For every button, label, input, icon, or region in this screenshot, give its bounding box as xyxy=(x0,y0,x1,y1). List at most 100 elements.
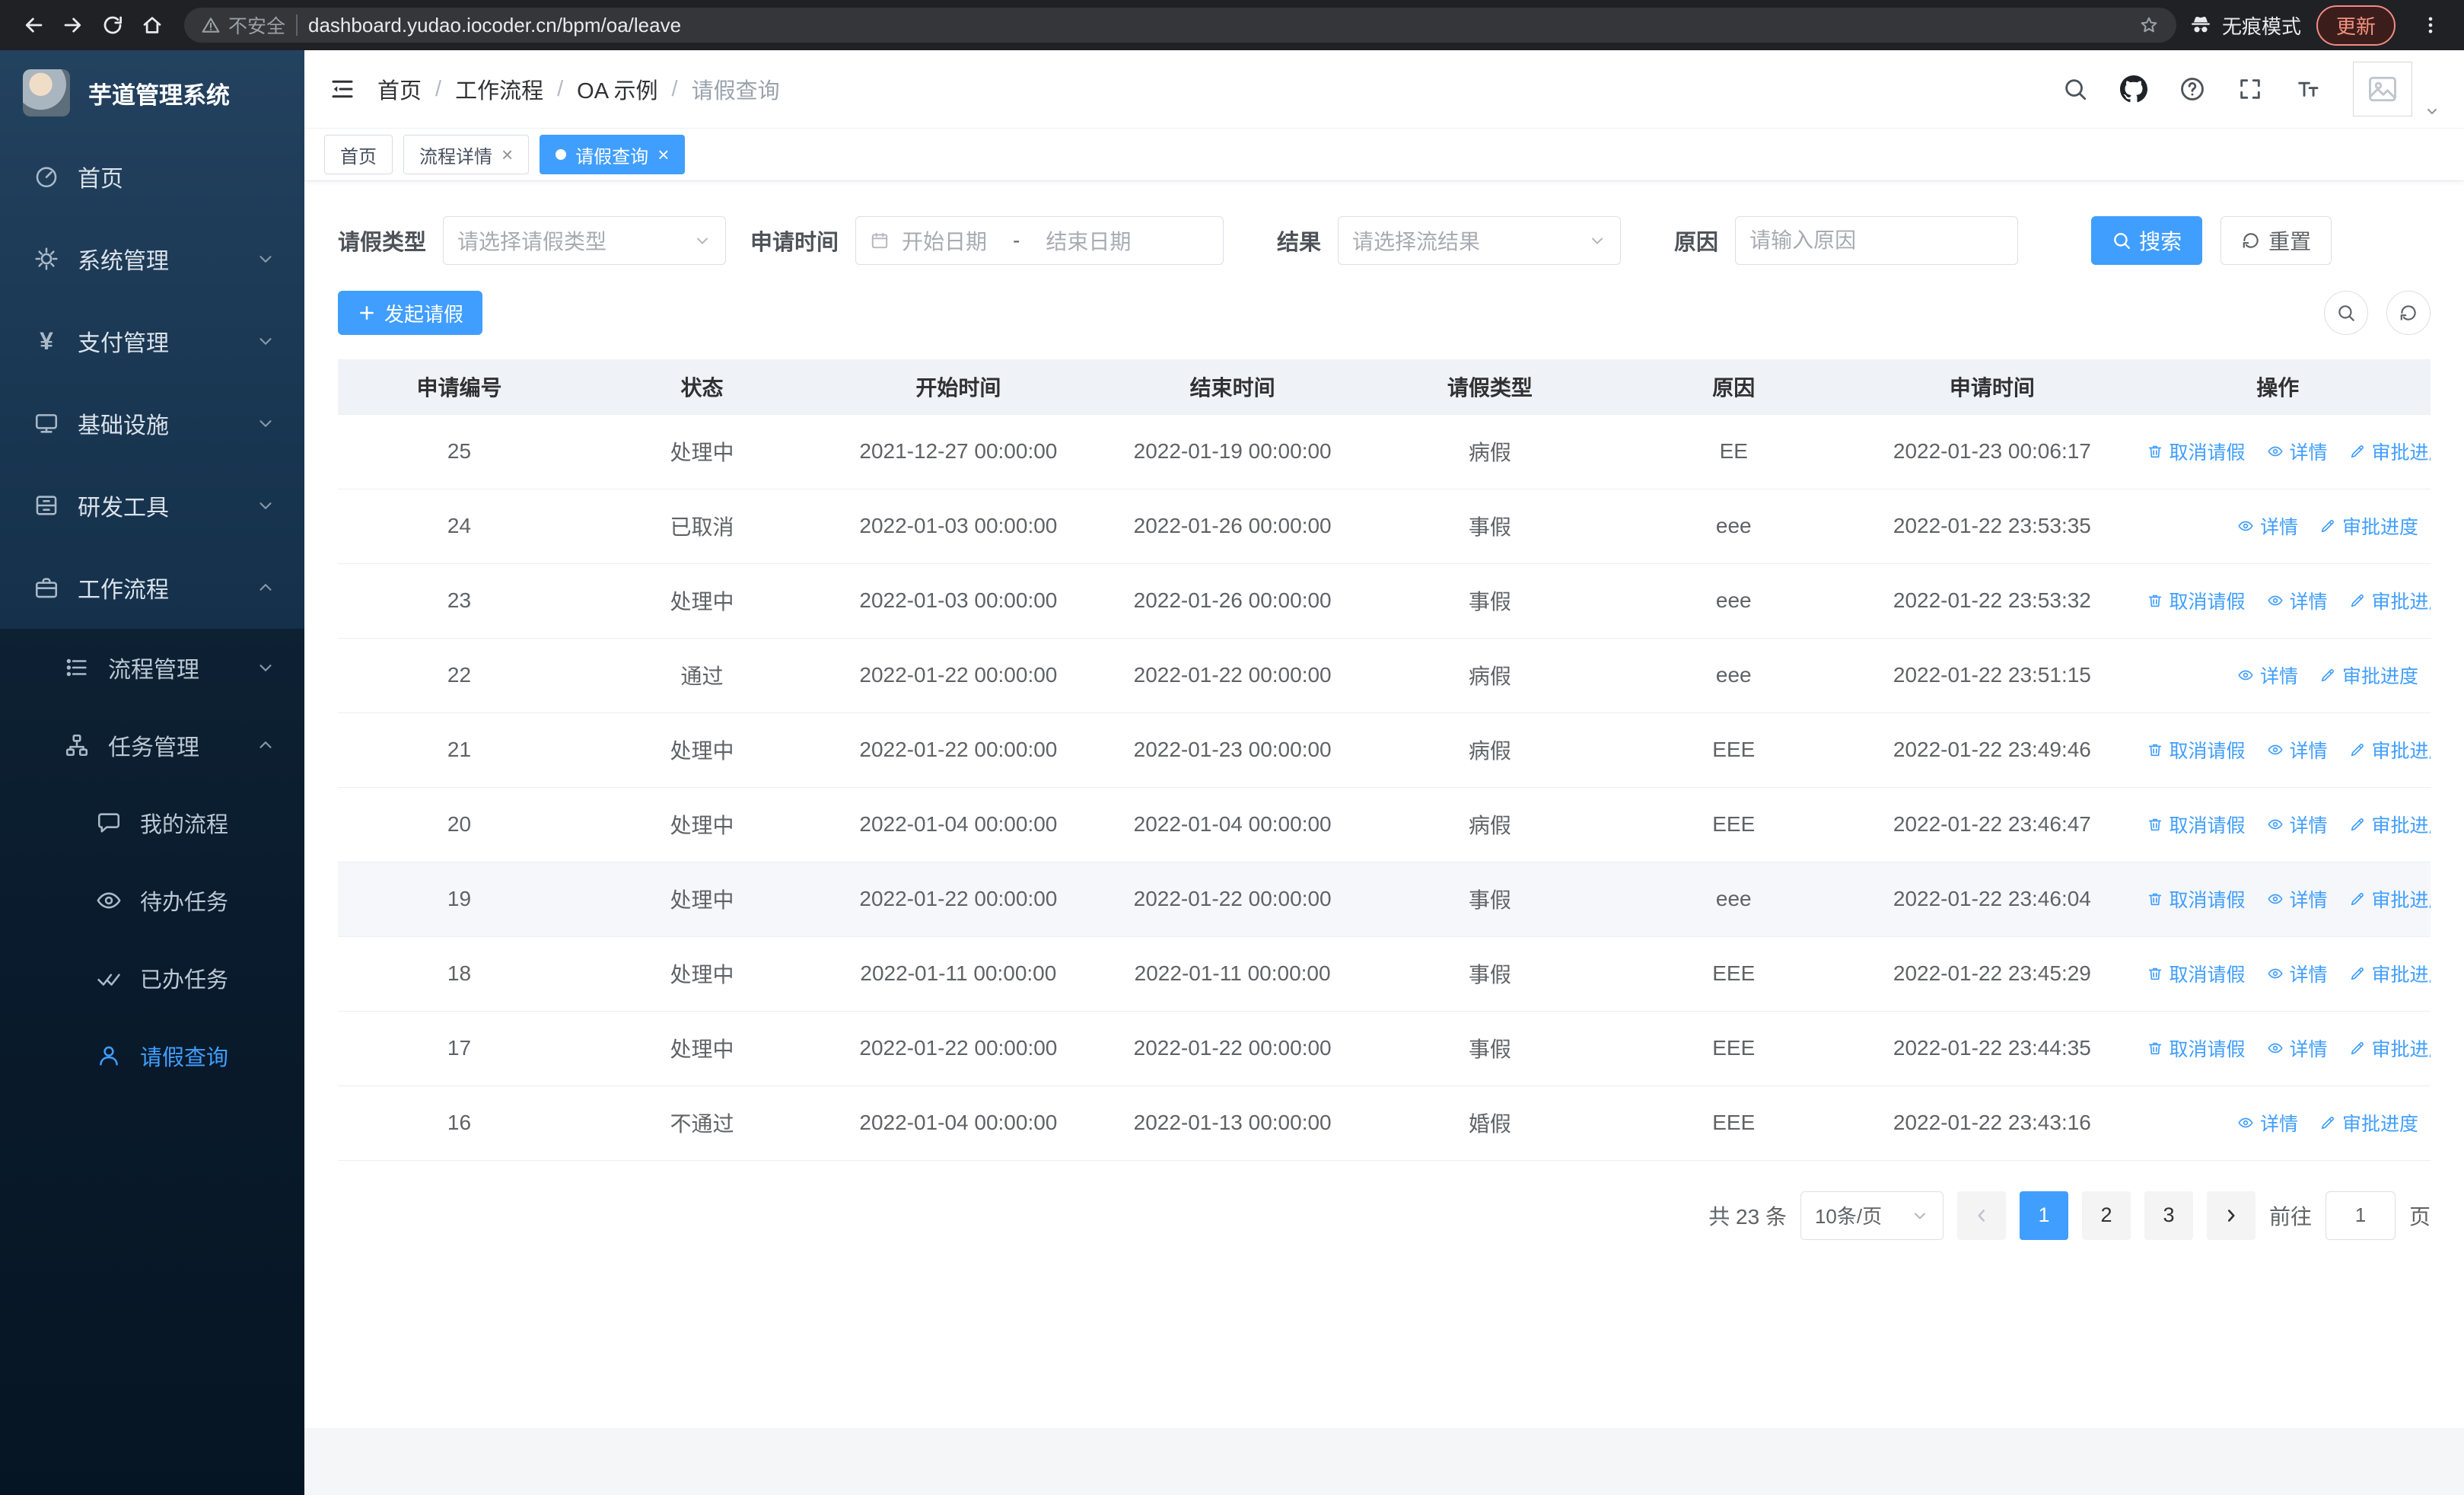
close-icon[interactable]: × xyxy=(657,145,669,164)
cell-start: 2022-01-03 00:00:00 xyxy=(823,489,1094,564)
github-link[interactable] xyxy=(2120,75,2147,103)
font-size-button[interactable] xyxy=(2295,76,2321,102)
leave-type-select[interactable]: 请选择请假类型 xyxy=(443,216,727,265)
search-button[interactable]: 搜索 xyxy=(2091,216,2203,265)
progress-action-link[interactable]: 审批进度 xyxy=(2319,661,2418,689)
browser-update-button[interactable]: 更新 xyxy=(2316,5,2396,46)
url-text[interactable]: dashboard.yudao.iocoder.cn/bpm/oa/leave xyxy=(308,14,2138,37)
breadcrumb-item[interactable]: OA 示例 xyxy=(577,73,657,105)
list-icon xyxy=(66,658,87,677)
browser-back-button[interactable] xyxy=(14,5,53,45)
breadcrumb-item[interactable]: 首页 xyxy=(377,73,422,105)
sidebar-item-workflow[interactable]: 工作流程 xyxy=(0,547,304,629)
sidebar-item-process-management[interactable]: 流程管理 xyxy=(0,629,304,706)
sidebar-item-home[interactable]: 首页 xyxy=(0,135,304,218)
detail-action-link[interactable]: 详情 xyxy=(2267,587,2328,614)
next-page-button[interactable] xyxy=(2206,1191,2255,1240)
cancel-action-link[interactable]: 取消请假 xyxy=(2147,438,2246,465)
cancel-action-link[interactable]: 取消请假 xyxy=(2147,885,2246,913)
edit-pen-icon xyxy=(2351,1042,2364,1055)
result-select[interactable]: 请选择流结果 xyxy=(1338,216,1622,265)
page-button-1[interactable]: 1 xyxy=(2019,1191,2068,1240)
progress-action-link[interactable]: 审批进度 xyxy=(2349,960,2431,987)
apply-time-range-picker[interactable]: 开始日期 - 结束日期 xyxy=(855,216,1224,265)
sidebar-item-task-management[interactable]: 任务管理 xyxy=(0,706,304,784)
sidebar-item-my-processes[interactable]: 我的流程 xyxy=(0,784,304,862)
page-button-2[interactable]: 2 xyxy=(2081,1191,2131,1240)
detail-action-link[interactable]: 详情 xyxy=(2267,811,2328,838)
detail-action-link[interactable]: 详情 xyxy=(2237,512,2298,540)
detail-action-link[interactable]: 详情 xyxy=(2267,885,2328,913)
browser-reload-button[interactable] xyxy=(93,5,132,45)
action-label: 取消请假 xyxy=(2169,890,2246,911)
user-avatar[interactable] xyxy=(2353,62,2412,116)
sidebar-item-todo-tasks[interactable]: 待办任务 xyxy=(0,862,304,939)
sidebar-item-devtools[interactable]: 研发工具 xyxy=(0,464,304,547)
tab-process-detail[interactable]: 流程详情 × xyxy=(403,135,530,174)
action-label: 审批进度 xyxy=(2371,1039,2431,1060)
progress-action-link[interactable]: 审批进度 xyxy=(2349,587,2431,614)
table-row: 19 处理中 2022-01-22 00:00:00 2022-01-22 00:00… xyxy=(338,862,2431,937)
sidebar-item-done-tasks[interactable]: 已办任务 xyxy=(0,939,304,1017)
cell-id: 21 xyxy=(338,712,581,788)
progress-action-link[interactable]: 审批进度 xyxy=(2349,736,2431,763)
progress-action-link[interactable]: 审批进度 xyxy=(2349,1034,2431,1062)
help-button[interactable] xyxy=(2179,76,2205,102)
sidebar-collapse-button[interactable] xyxy=(329,75,356,103)
security-status[interactable]: 不安全 xyxy=(201,11,285,39)
user-menu-caret[interactable] xyxy=(2424,104,2440,119)
progress-action-link[interactable]: 审批进度 xyxy=(2319,1109,2418,1136)
progress-action-link[interactable]: 审批进度 xyxy=(2349,438,2431,465)
detail-action-link[interactable]: 详情 xyxy=(2267,960,2328,987)
progress-action-link[interactable]: 审批进度 xyxy=(2349,885,2431,913)
cancel-action-link[interactable]: 取消请假 xyxy=(2147,960,2246,987)
address-bar[interactable]: 不安全 dashboard.yudao.iocoder.cn/bpm/oa/le… xyxy=(184,8,2176,43)
detail-action-link[interactable]: 详情 xyxy=(2237,1109,2298,1136)
browser-menu-button[interactable] xyxy=(2411,5,2450,45)
prev-page-button[interactable] xyxy=(1956,1191,2006,1240)
tab-leave-query[interactable]: 请假查询 × xyxy=(540,135,686,174)
sidebar-item-payment[interactable]: ¥ 支付管理 xyxy=(0,300,304,382)
plus-icon xyxy=(360,306,374,320)
detail-action-link[interactable]: 详情 xyxy=(2267,438,2328,465)
edit-pen-icon xyxy=(2351,893,2364,906)
fullscreen-button[interactable] xyxy=(2237,76,2263,102)
bookmark-star-icon[interactable] xyxy=(2138,14,2160,36)
detail-action-link[interactable]: 详情 xyxy=(2237,661,2298,689)
page-button-3[interactable]: 3 xyxy=(2144,1191,2193,1240)
cancel-action-link[interactable]: 取消请假 xyxy=(2147,1034,2246,1062)
cell-type: 事假 xyxy=(1371,936,1609,1012)
detail-action-link[interactable]: 详情 xyxy=(2267,736,2328,763)
toggle-search-button[interactable] xyxy=(2324,291,2368,335)
detail-action-link[interactable]: 详情 xyxy=(2267,1034,2328,1062)
cancel-action-link[interactable]: 取消请假 xyxy=(2147,736,2246,763)
result-label: 结果 xyxy=(1277,231,1322,255)
progress-action-link[interactable]: 审批进度 xyxy=(2349,811,2431,838)
browser-home-button[interactable] xyxy=(132,5,172,45)
breadcrumb-separator: / xyxy=(435,76,442,101)
breadcrumb-item[interactable]: 工作流程 xyxy=(455,73,543,105)
browser-forward-button[interactable] xyxy=(53,5,93,45)
progress-action-link[interactable]: 审批进度 xyxy=(2319,512,2418,540)
reason-group: 原因 xyxy=(1674,216,2019,265)
reason-input[interactable] xyxy=(1749,228,2004,253)
start-date-placeholder[interactable]: 开始日期 xyxy=(902,225,987,256)
action-label: 详情 xyxy=(2259,1114,2298,1135)
cell-start: 2022-01-22 00:00:00 xyxy=(823,862,1094,937)
reset-button[interactable]: 重置 xyxy=(2220,216,2332,265)
cancel-action-link[interactable]: 取消请假 xyxy=(2147,811,2246,838)
sidebar-item-infrastructure[interactable]: 基础设施 xyxy=(0,382,304,464)
table-row: 17 处理中 2022-01-22 00:00:00 2022-01-22 00:00… xyxy=(338,1011,2431,1086)
refresh-table-button[interactable] xyxy=(2386,291,2431,335)
sidebar-item-leave-query[interactable]: 请假查询 xyxy=(0,1017,304,1095)
close-icon[interactable]: × xyxy=(501,145,513,164)
cancel-action-link[interactable]: 取消请假 xyxy=(2147,587,2246,614)
goto-page-input[interactable] xyxy=(2325,1191,2396,1240)
header-search-button[interactable] xyxy=(2062,76,2088,102)
end-date-placeholder[interactable]: 结束日期 xyxy=(1046,225,1131,256)
page-size-select[interactable]: 10条/页 xyxy=(1800,1191,1944,1240)
app-logo[interactable]: 芋道管理系统 xyxy=(0,50,304,135)
create-leave-button[interactable]: 发起请假 xyxy=(338,291,483,335)
sidebar-item-system[interactable]: 系统管理 xyxy=(0,218,304,300)
tab-home[interactable]: 首页 xyxy=(324,135,393,174)
